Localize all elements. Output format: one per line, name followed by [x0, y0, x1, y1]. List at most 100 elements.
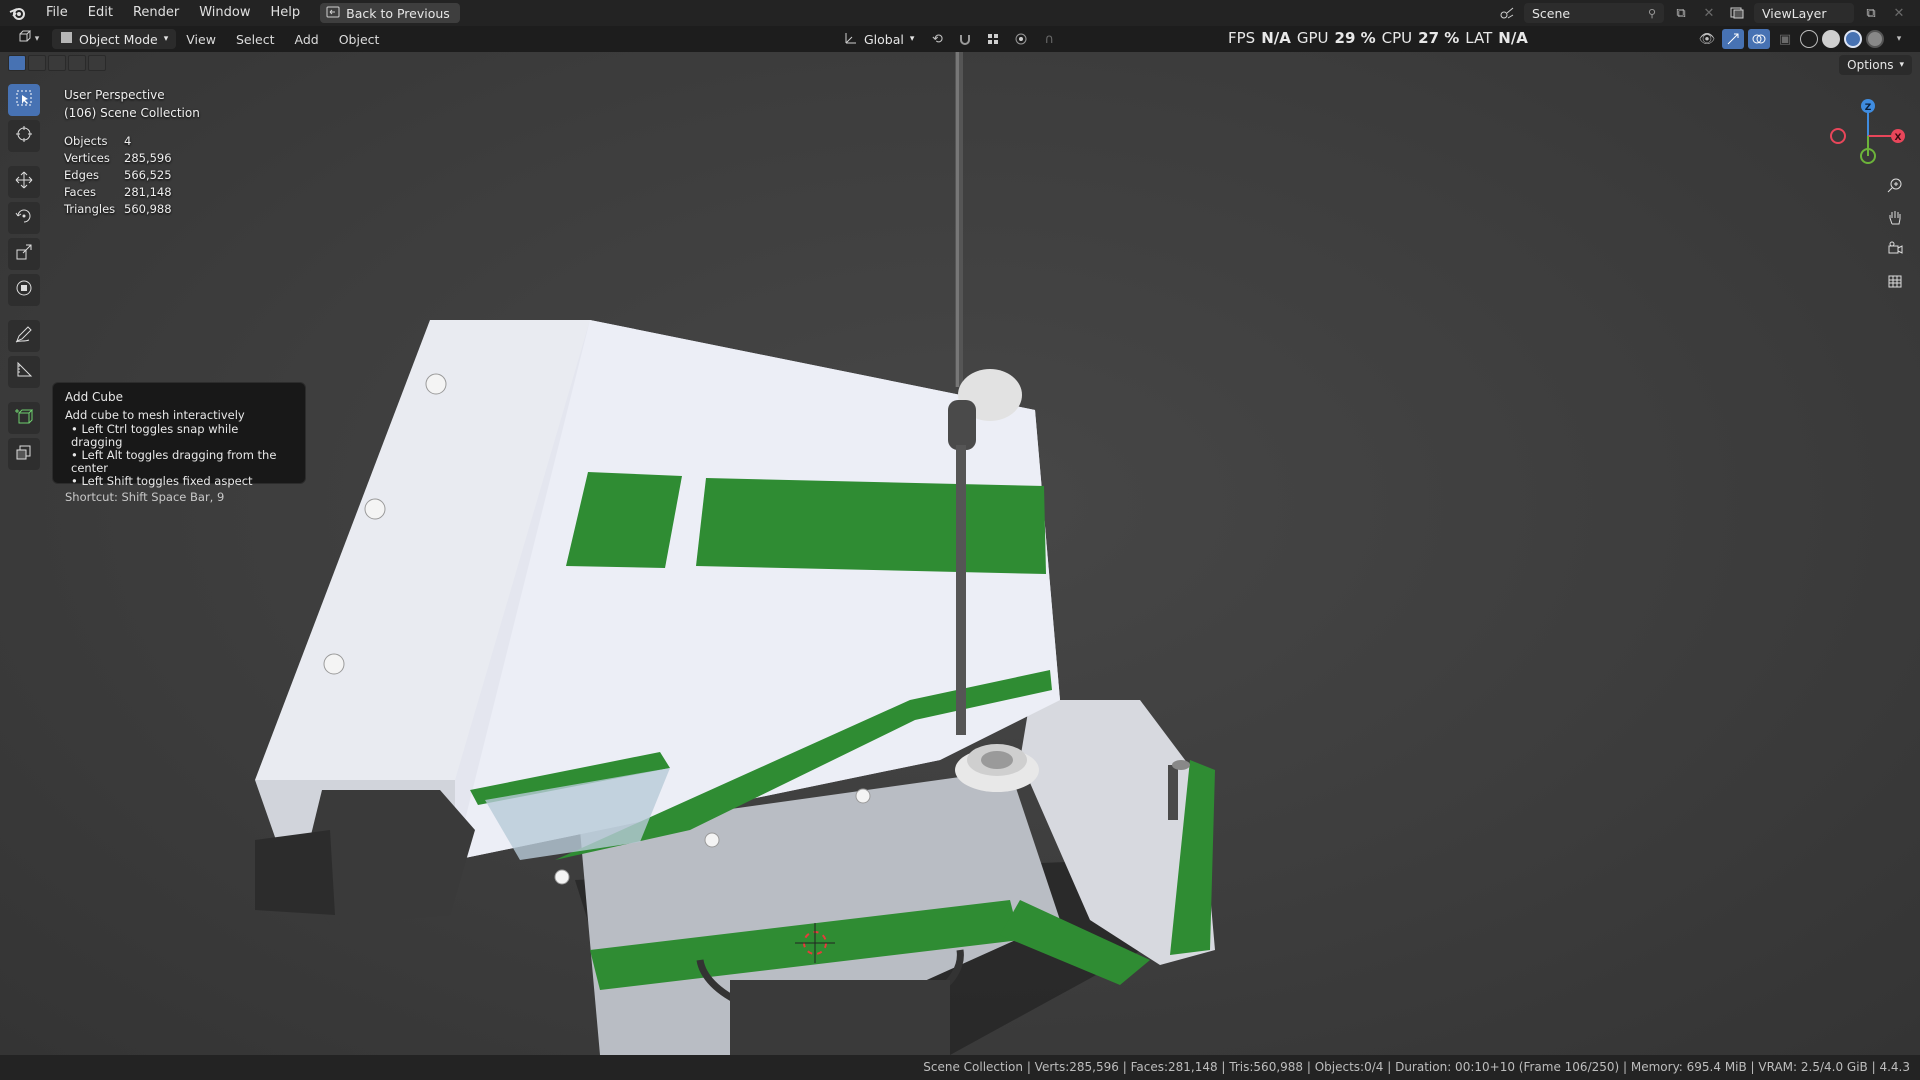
view-layer-icon[interactable] — [1726, 3, 1748, 23]
crosshair-cursor-icon — [15, 125, 33, 147]
xray-toggle-icon[interactable]: ▣ — [1774, 29, 1796, 49]
gpu-value: 29 % — [1334, 29, 1376, 47]
view-layer-field[interactable]: ViewLayer — [1754, 3, 1854, 23]
pivot-point-icon[interactable]: ⟲ — [926, 29, 948, 49]
add-cube-tooltip: Add Cube Add cube to mesh interactively … — [52, 382, 306, 504]
cursor-tool[interactable] — [8, 120, 40, 152]
select-intersect-icon[interactable] — [88, 55, 106, 71]
menu-select[interactable]: Select — [226, 32, 285, 47]
robot-model-render[interactable] — [0, 52, 1920, 1055]
editor-type-dropdown[interactable]: ▾ — [10, 29, 46, 49]
select-extend-icon[interactable] — [28, 55, 46, 71]
scale-tool[interactable] — [8, 238, 40, 270]
wireframe-shading-icon[interactable] — [1800, 30, 1818, 48]
options-dropdown[interactable]: Options ▾ — [1839, 55, 1912, 75]
navigation-gizmo[interactable]: Z X — [1820, 92, 1910, 172]
screen-back-icon — [326, 6, 340, 21]
3d-viewport[interactable]: Options ▾ User Perspective (106) Scene C… — [0, 52, 1920, 1055]
performance-readout: FPS N/A GPU 29 % CPU 27 % LAT N/A — [1228, 29, 1528, 47]
stat-label: Vertices — [64, 150, 110, 165]
gizmo-x-label: X — [1895, 133, 1902, 143]
stat-value: 4 — [124, 133, 132, 148]
transform-grid-tool[interactable] — [8, 438, 40, 470]
select-new-icon[interactable] — [8, 55, 26, 71]
delete-scene-icon[interactable]: ✕ — [1698, 3, 1720, 23]
select-subtract-icon[interactable] — [48, 55, 66, 71]
snap-target-icon[interactable] — [982, 29, 1004, 49]
box-transform-icon — [15, 443, 33, 465]
falloff-curve-icon[interactable]: ∩ — [1038, 29, 1060, 49]
fps-label: FPS — [1228, 29, 1256, 47]
solid-shading-icon[interactable] — [1822, 30, 1840, 48]
stats-row: Objects 4 — [64, 132, 172, 149]
zoom-icon[interactable] — [1882, 172, 1908, 198]
blender-logo-icon[interactable] — [0, 0, 36, 26]
transform-tool[interactable] — [8, 274, 40, 306]
annotate-tool[interactable] — [8, 320, 40, 352]
chevron-down-icon: ▾ — [1899, 60, 1904, 70]
lat-value: N/A — [1498, 29, 1528, 47]
move-tool[interactable] — [8, 166, 40, 198]
pin-icon[interactable]: ⚲ — [1648, 7, 1656, 20]
menu-help[interactable]: Help — [261, 0, 311, 26]
top-menu-bar: File Edit Render Window Help Back to Pre… — [0, 0, 1920, 26]
menu-file[interactable]: File — [36, 0, 78, 26]
stat-value: 285,596 — [124, 150, 172, 165]
back-to-previous-button[interactable]: Back to Previous — [320, 3, 460, 23]
camera-view-icon[interactable] — [1882, 236, 1908, 262]
scene-name-field[interactable]: Scene ⚲ — [1524, 3, 1664, 23]
stat-label: Edges — [64, 167, 99, 182]
stats-row: Edges 566,525 — [64, 166, 172, 183]
pencil-icon — [15, 325, 33, 347]
back-to-previous-label: Back to Previous — [346, 5, 450, 21]
orientation-label: Global — [864, 31, 904, 47]
transform-controls: Global ▾ ⟲ ∩ — [838, 29, 1060, 49]
pan-hand-icon[interactable] — [1882, 204, 1908, 230]
rotate-tool[interactable] — [8, 202, 40, 234]
tooltip-bullet: • Left Ctrl toggles snap while dragging — [71, 422, 239, 449]
menu-edit[interactable]: Edit — [78, 0, 123, 26]
menu-add[interactable]: Add — [285, 32, 329, 47]
measure-tool[interactable] — [8, 356, 40, 388]
scale-icon — [15, 243, 33, 265]
interaction-mode-dropdown[interactable]: Object Mode ▾ — [52, 29, 177, 49]
select-invert-icon[interactable] — [68, 55, 86, 71]
gizmo-z-label: Z — [1865, 103, 1872, 113]
stat-value: 281,148 — [124, 184, 172, 199]
snap-toggle-icon[interactable] — [954, 29, 976, 49]
select-box-tool[interactable] — [8, 84, 40, 116]
menu-view[interactable]: View — [176, 32, 226, 47]
delete-view-layer-icon[interactable]: ✕ — [1888, 3, 1910, 23]
move-arrows-icon — [15, 171, 33, 193]
chevron-down-icon: ▾ — [163, 34, 169, 44]
rendered-shading-icon[interactable] — [1866, 30, 1884, 48]
stat-value: 560,988 — [124, 201, 172, 216]
transform-icon — [15, 279, 33, 301]
proportional-editing-icon[interactable] — [1010, 29, 1032, 49]
fps-value: N/A — [1261, 29, 1291, 47]
scene-name: Scene — [1532, 5, 1571, 21]
visibility-eye-icon[interactable]: 👁 — [1696, 29, 1718, 49]
gizmo-toggle-icon[interactable] — [1722, 29, 1744, 49]
transform-orientation-dropdown[interactable]: Global ▾ — [838, 29, 920, 49]
view-name: User Perspective — [64, 88, 165, 102]
cpu-value: 27 % — [1418, 29, 1460, 47]
object-mode-icon — [60, 31, 73, 47]
new-view-layer-icon[interactable]: ⧉ — [1860, 3, 1882, 23]
active-collection: (106) Scene Collection — [64, 106, 200, 120]
overlays-toggle-icon[interactable] — [1748, 29, 1770, 49]
menu-window[interactable]: Window — [189, 0, 260, 26]
new-scene-icon[interactable]: ⧉ — [1670, 3, 1692, 23]
shading-options-chevron-icon[interactable]: ▾ — [1888, 29, 1910, 49]
tooltip-bullet: • Left Shift toggles fixed aspect — [71, 474, 253, 488]
stat-label: Objects — [64, 133, 108, 148]
menu-object[interactable]: Object — [329, 32, 390, 47]
material-preview-shading-icon[interactable] — [1844, 30, 1862, 48]
scene-type-icon[interactable] — [1496, 3, 1518, 23]
ortho-grid-icon[interactable] — [1882, 268, 1908, 294]
orientation-axes-icon — [844, 31, 858, 48]
add-cube-tool[interactable] — [8, 402, 40, 434]
tooltip-shortcut: Shortcut: Shift Space Bar, 9 — [65, 490, 225, 504]
menu-render[interactable]: Render — [123, 0, 189, 26]
rotate-icon — [15, 207, 33, 229]
